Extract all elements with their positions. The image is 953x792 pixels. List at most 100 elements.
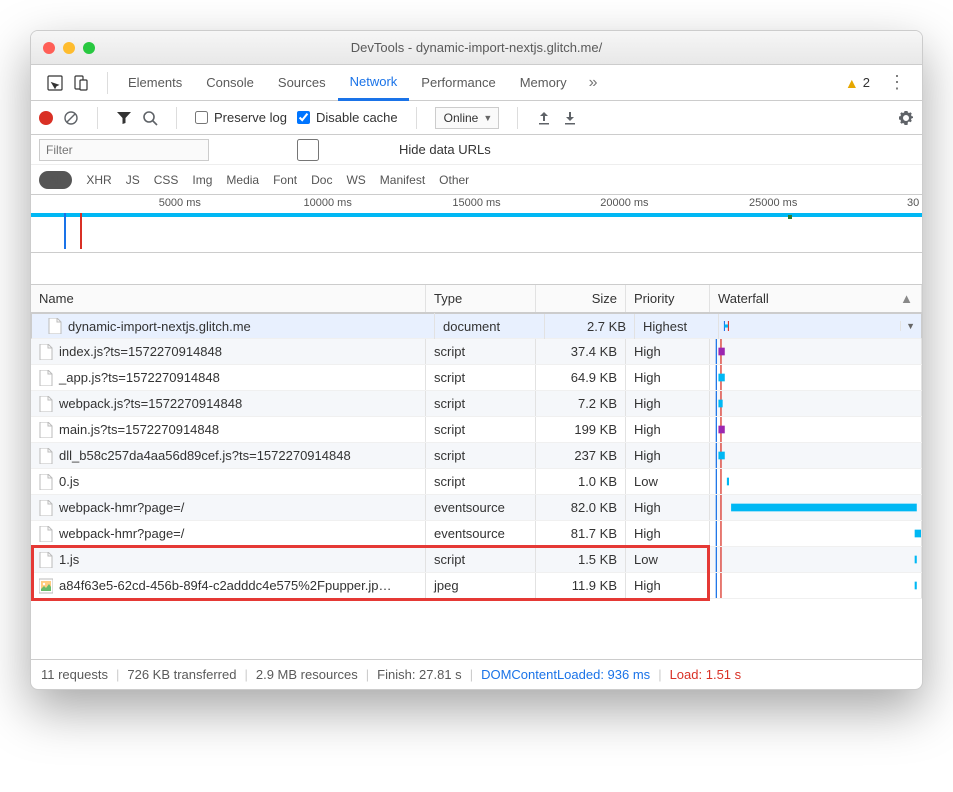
panel-tabs: ElementsConsoleSourcesNetworkPerformance… xyxy=(31,65,922,101)
row-type: script xyxy=(426,339,536,364)
table-row[interactable]: _app.js?ts=1572270914848script64.9 KBHig… xyxy=(31,365,922,391)
filter-type-css[interactable]: CSS xyxy=(154,173,179,187)
disable-cache-checkbox[interactable]: Disable cache xyxy=(297,110,398,125)
row-name: main.js?ts=1572270914848 xyxy=(59,422,219,437)
filter-type-all[interactable]: All xyxy=(39,171,72,189)
table-row[interactable]: 1.jsscript1.5 KBLow xyxy=(31,547,922,573)
table-row[interactable]: dll_b58c257da4aa56d89cef.js?ts=157227091… xyxy=(31,443,922,469)
row-size: 1.5 KB xyxy=(536,547,626,572)
row-type: eventsource xyxy=(426,495,536,520)
filter-type-xhr[interactable]: XHR xyxy=(86,173,111,187)
row-name: dll_b58c257da4aa56d89cef.js?ts=157227091… xyxy=(59,448,351,463)
tab-memory[interactable]: Memory xyxy=(508,65,579,101)
table-row[interactable]: dynamic-import-nextjs.glitch.me document2… xyxy=(31,313,922,339)
col-priority[interactable]: Priority xyxy=(626,285,710,312)
window-title: DevTools - dynamic-import-nextjs.glitch.… xyxy=(31,40,922,55)
row-size: 11.9 KB xyxy=(536,573,626,598)
filter-type-manifest[interactable]: Manifest xyxy=(380,173,425,187)
upload-har-icon[interactable] xyxy=(536,110,552,126)
search-icon[interactable] xyxy=(142,110,158,126)
row-type: script xyxy=(426,365,536,390)
row-priority: High xyxy=(626,495,710,520)
throttling-select[interactable]: Online xyxy=(435,107,500,129)
table-row[interactable]: 0.jsscript1.0 KBLow xyxy=(31,469,922,495)
row-priority: High xyxy=(626,391,710,416)
row-waterfall xyxy=(710,521,922,546)
row-waterfall xyxy=(719,321,901,331)
row-priority: High xyxy=(626,339,710,364)
row-size: 37.4 KB xyxy=(536,339,626,364)
filter-type-js[interactable]: JS xyxy=(126,173,140,187)
row-type: document xyxy=(435,314,545,339)
row-name: webpack-hmr?page=/ xyxy=(59,526,184,541)
stat-resources: 2.9 MB resources xyxy=(256,667,358,682)
filter-types: All XHR JS CSS Img Media Font Doc WS Manifest Oth… xyxy=(31,165,922,195)
tab-console[interactable]: Console xyxy=(194,65,266,101)
row-size: 2.7 KB xyxy=(545,314,635,339)
dock-controls xyxy=(37,75,99,91)
row-name: dynamic-import-nextjs.glitch.me xyxy=(68,319,251,334)
table-row[interactable]: webpack-hmr?page=/eventsource81.7 KBHigh xyxy=(31,521,922,547)
device-toggle-icon[interactable] xyxy=(73,75,89,91)
col-waterfall[interactable]: Waterfall▲ xyxy=(710,285,922,312)
filter-type-ws[interactable]: WS xyxy=(346,173,365,187)
row-type: script xyxy=(426,391,536,416)
gear-icon[interactable] xyxy=(898,110,914,126)
inspect-icon[interactable] xyxy=(47,75,63,91)
filter-type-other[interactable]: Other xyxy=(439,173,469,187)
stat-finish: Finish: 27.81 s xyxy=(377,667,462,682)
hide-data-urls-checkbox[interactable]: Hide data URLs xyxy=(223,139,491,161)
stat-dcl: DOMContentLoaded: 936 ms xyxy=(481,667,650,682)
tab-performance[interactable]: Performance xyxy=(409,65,507,101)
col-type[interactable]: Type xyxy=(426,285,536,312)
table-row[interactable]: main.js?ts=1572270914848script199 KBHigh xyxy=(31,417,922,443)
table-row[interactable]: webpack-hmr?page=/ eventsource82.0 KBHigh xyxy=(31,495,922,521)
clear-icon[interactable] xyxy=(63,110,79,126)
table-row[interactable]: index.js?ts=1572270914848script37.4 KBHi… xyxy=(31,339,922,365)
warnings-count: 2 xyxy=(863,75,870,90)
row-priority: High xyxy=(626,573,710,598)
network-toolbar: Preserve log Disable cache Online xyxy=(31,101,922,135)
col-size[interactable]: Size xyxy=(536,285,626,312)
download-har-icon[interactable] xyxy=(562,110,578,126)
record-button[interactable] xyxy=(39,111,53,125)
filter-type-doc[interactable]: Doc xyxy=(311,173,332,187)
row-size: 237 KB xyxy=(536,443,626,468)
filter-icon[interactable] xyxy=(116,110,132,126)
more-tabs-icon[interactable]: » xyxy=(579,74,608,92)
row-priority: Low xyxy=(626,469,710,494)
row-name: webpack-hmr?page=/ xyxy=(59,500,184,515)
filter-bar: Hide data URLs xyxy=(31,135,922,165)
row-size: 64.9 KB xyxy=(536,365,626,390)
filter-type-img[interactable]: Img xyxy=(192,173,212,187)
tab-elements[interactable]: Elements xyxy=(116,65,194,101)
row-type: script xyxy=(426,469,536,494)
filter-type-media[interactable]: Media xyxy=(226,173,259,187)
warnings-badge[interactable]: ▲ 2 xyxy=(837,75,878,91)
row-size: 82.0 KB xyxy=(536,495,626,520)
table-header: Name Type Size Priority Waterfall▲ xyxy=(31,285,922,313)
tab-sources[interactable]: Sources xyxy=(266,65,338,101)
row-waterfall xyxy=(710,443,922,468)
timeline-overview[interactable]: 5000 ms10000 ms15000 ms20000 ms25000 ms3… xyxy=(31,195,922,253)
stat-requests: 11 requests xyxy=(41,667,108,682)
table-row[interactable]: webpack.js?ts=1572270914848script7.2 KBH… xyxy=(31,391,922,417)
row-waterfall xyxy=(710,339,922,364)
row-waterfall xyxy=(710,469,922,494)
row-size: 1.0 KB xyxy=(536,469,626,494)
settings-menu-icon[interactable]: ⋮ xyxy=(878,72,916,93)
row-waterfall xyxy=(710,573,922,598)
row-priority: High xyxy=(626,443,710,468)
row-priority: Low xyxy=(626,547,710,572)
col-name[interactable]: Name xyxy=(31,285,426,312)
row-waterfall xyxy=(710,495,922,520)
devtools-window: DevTools - dynamic-import-nextjs.glitch.… xyxy=(30,30,923,690)
filter-input[interactable] xyxy=(39,139,209,161)
preserve-log-checkbox[interactable]: Preserve log xyxy=(195,110,287,125)
tab-network[interactable]: Network xyxy=(338,65,410,101)
filter-type-font[interactable]: Font xyxy=(273,173,297,187)
table-row[interactable]: a84f63e5-62cd-456b-89f4-c2adddc4e575%2Fp… xyxy=(31,573,922,599)
requests-table: Name Type Size Priority Waterfall▲ dynam… xyxy=(31,285,922,659)
row-priority: High xyxy=(626,365,710,390)
row-waterfall xyxy=(710,417,922,442)
